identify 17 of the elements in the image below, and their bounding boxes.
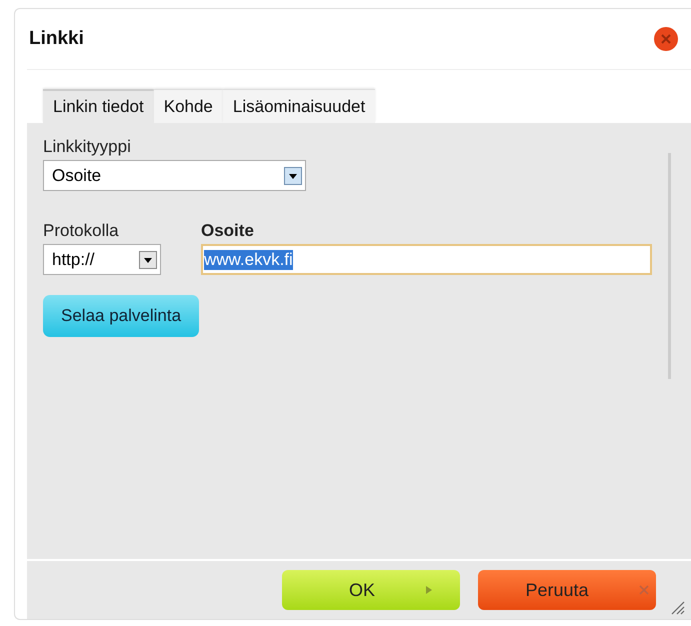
- address-field[interactable]: www.ekvk.fi: [201, 244, 652, 275]
- play-icon: [425, 585, 433, 595]
- field-label: Protokolla: [43, 221, 120, 241]
- resize-grip-icon: [669, 599, 685, 615]
- close-icon[interactable]: [653, 26, 679, 52]
- tab[interactable]: Kohde: [154, 89, 223, 123]
- tab[interactable]: Linkin tiedot: [43, 89, 154, 123]
- dialog-button[interactable]: OK: [282, 570, 460, 610]
- dialog-button[interactable]: Peruuta: [478, 570, 656, 610]
- tab[interactable]: Lisäominaisuudet: [222, 89, 376, 123]
- dialog-title: Linkki: [29, 28, 84, 50]
- browse-server-button[interactable]: Selaa palvelinta: [43, 295, 200, 337]
- protocol-dropdown[interactable]: http://: [43, 244, 161, 275]
- close-icon: [638, 585, 649, 595]
- link-type-dropdown[interactable]: Osoite: [43, 160, 306, 191]
- field-label: Osoite: [201, 221, 255, 241]
- field-label: Linkkityyppi: [43, 137, 131, 157]
